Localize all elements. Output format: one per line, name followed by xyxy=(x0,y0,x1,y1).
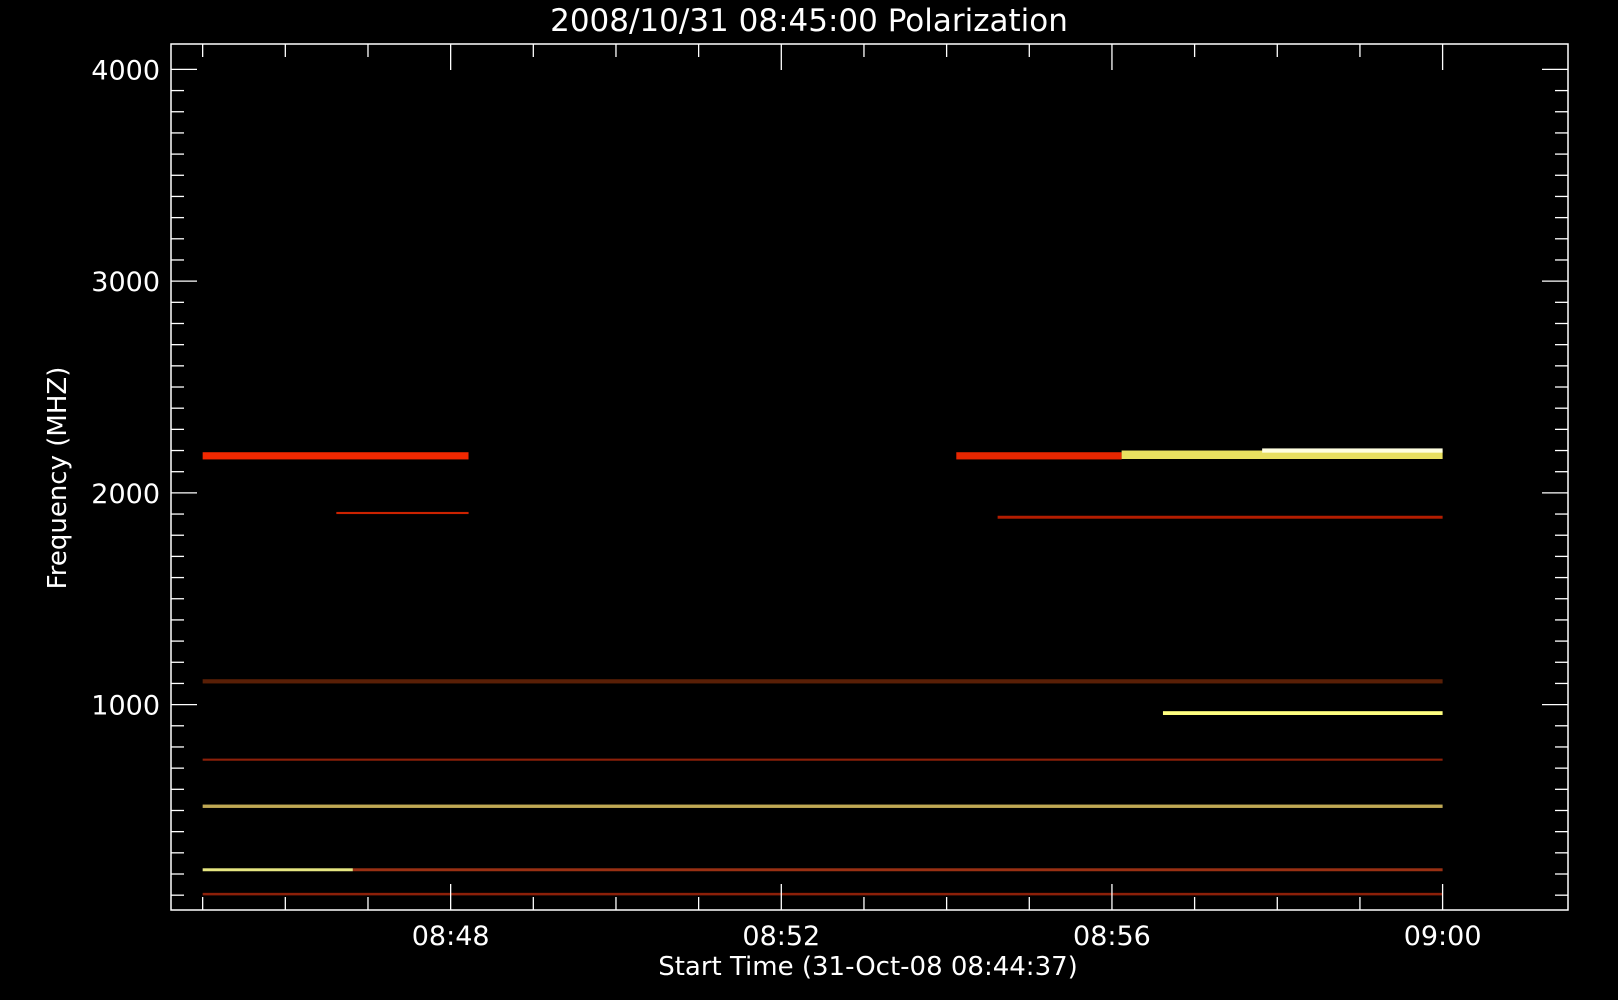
spectral-band xyxy=(202,758,1443,761)
spectral-band xyxy=(202,521,1443,524)
spectral-band xyxy=(202,711,1163,715)
spectral-band xyxy=(202,452,469,460)
spectral-band xyxy=(956,452,1122,460)
x-tick-label: 08:52 xyxy=(742,921,820,952)
axis-ticks xyxy=(171,44,1568,910)
spectral-band xyxy=(997,515,1443,519)
x-tick-label: 08:48 xyxy=(412,921,490,952)
spectral-band xyxy=(202,679,1443,684)
spectral-band xyxy=(1262,448,1443,453)
y-tick-label: 4000 xyxy=(91,55,160,86)
y-tick-label: 1000 xyxy=(91,691,160,722)
y-tick-label: 2000 xyxy=(91,479,160,510)
spectral-band xyxy=(352,868,1443,872)
spectral-band xyxy=(202,868,353,872)
x-tick-label: 09:00 xyxy=(1404,921,1482,952)
spectral-band xyxy=(202,579,1443,584)
x-tick-label: 08:56 xyxy=(1073,921,1151,952)
spectrogram-bands xyxy=(202,448,1443,896)
spectral-band xyxy=(336,511,469,515)
x-tick-labels: 08:48 08:52 08:56 09:00 xyxy=(412,921,1482,952)
spectral-band xyxy=(468,452,957,460)
spectrogram-chart: 2008/10/31 08:45:00 Polarization 1000 200… xyxy=(43,3,1569,982)
spectral-band xyxy=(202,892,1443,896)
spectral-band xyxy=(202,804,1443,808)
spectral-band xyxy=(1162,711,1443,715)
chart-title: 2008/10/31 08:45:00 Polarization xyxy=(550,3,1068,39)
plot-frame xyxy=(170,43,1569,911)
spectral-band xyxy=(202,796,1443,799)
x-axis-label: Start Time (31-Oct-08 08:44:37) xyxy=(658,952,1078,982)
y-tick-label: 3000 xyxy=(91,267,160,298)
y-axis-label: Frequency (MHZ) xyxy=(43,367,73,590)
y-tick-labels: 1000 2000 3000 4000 xyxy=(91,55,160,721)
